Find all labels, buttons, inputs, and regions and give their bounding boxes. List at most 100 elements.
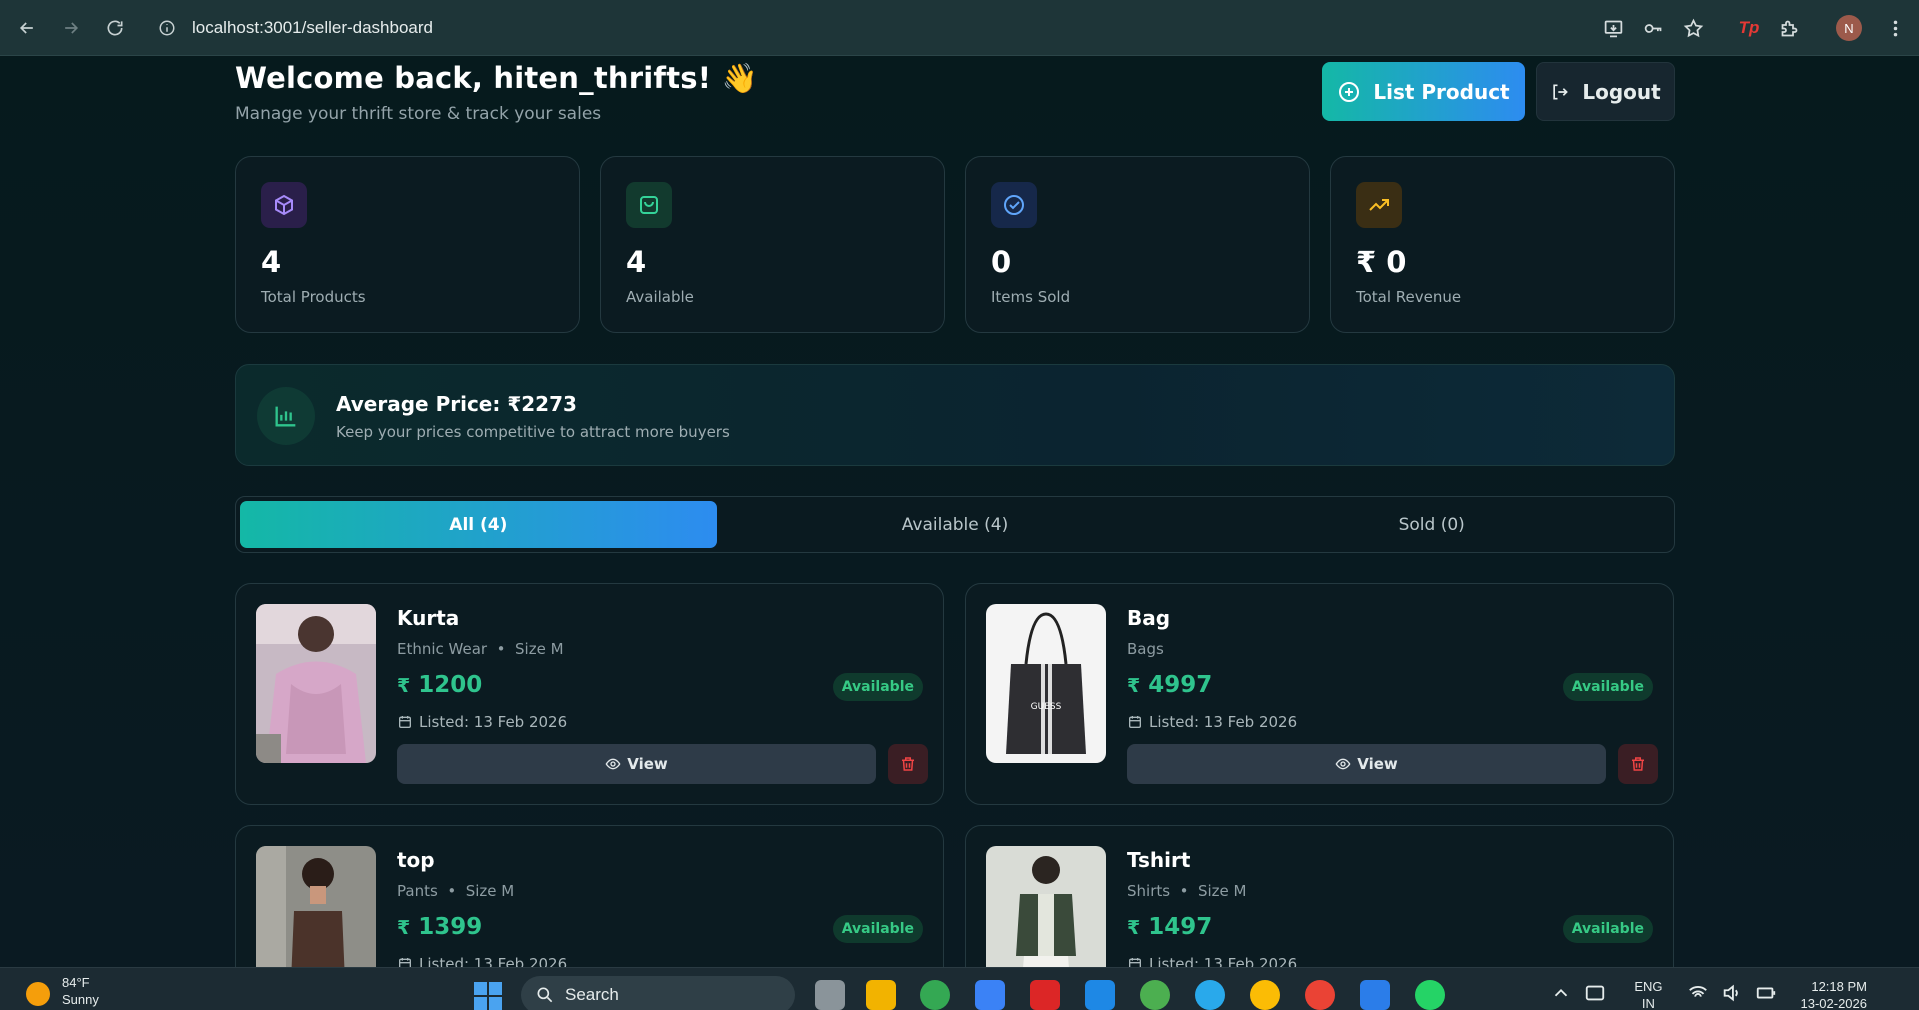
url-text[interactable]: localhost:3001/seller-dashboard	[192, 18, 433, 38]
install-app-icon[interactable]	[1593, 8, 1633, 48]
task-view-icon[interactable]	[815, 980, 845, 1010]
product-image[interactable]: GUESS	[986, 604, 1106, 763]
profile-avatar[interactable]: N	[1829, 8, 1869, 48]
listed-date: Listed: 13 Feb 2026	[397, 955, 567, 967]
calendar-icon	[399, 716, 411, 728]
welcome-subtitle: Manage your thrift store & track your sa…	[235, 104, 602, 124]
product-meta: Shirts • Size M	[1127, 882, 1247, 900]
address-bar[interactable]: localhost:3001/seller-dashboard	[158, 10, 433, 46]
product-image[interactable]	[986, 846, 1106, 967]
rupee-icon: ₹	[1127, 917, 1141, 939]
bar-chart-icon	[257, 387, 315, 445]
file-explorer-icon[interactable]	[866, 980, 896, 1010]
listed-date: Listed: 13 Feb 2026	[1127, 955, 1297, 967]
logout-button[interactable]: Logout	[1536, 62, 1675, 121]
stat-label: Available	[626, 288, 694, 306]
product-image[interactable]	[256, 604, 376, 763]
average-price-banner: Average Price: ₹2273 Keep your prices co…	[235, 364, 1675, 466]
bookmark-star-icon[interactable]	[1673, 8, 1713, 48]
info-icon[interactable]	[158, 19, 176, 37]
product-meta: Ethnic Wear • Size M	[397, 640, 564, 658]
product-price: ₹1399	[397, 914, 483, 940]
windows-start-icon[interactable]	[474, 982, 502, 1010]
product-category: Ethnic Wear	[397, 640, 488, 658]
check-circle-icon	[991, 182, 1037, 228]
onedrive-icon[interactable]	[1584, 982, 1606, 1004]
delete-button[interactable]	[1618, 744, 1658, 784]
listed-date: Listed: 13 Feb 2026	[397, 713, 567, 731]
view-button[interactable]: View	[1127, 744, 1606, 784]
chrome-icon[interactable]	[920, 980, 950, 1010]
stat-card-available: 4 Available	[600, 156, 945, 333]
product-size: Size M	[465, 882, 515, 900]
forward-icon[interactable]	[54, 11, 88, 45]
volume-icon[interactable]	[1721, 982, 1743, 1004]
delete-button[interactable]	[888, 744, 928, 784]
battery-icon[interactable]	[1755, 982, 1777, 1004]
product-card: GUESS Bag Bags ₹4997 Available Listed: 1…	[965, 583, 1674, 805]
stat-label: Items Sold	[991, 288, 1071, 306]
rupee-icon: ₹	[1127, 675, 1141, 697]
list-product-button[interactable]: List Product	[1322, 62, 1525, 121]
chrome-n-icon[interactable]	[1305, 980, 1335, 1010]
list-product-label: List Product	[1373, 79, 1510, 104]
logout-label: Logout	[1582, 79, 1661, 104]
rupee-icon: ₹	[397, 675, 411, 697]
extension-tp-icon[interactable]: Tp	[1729, 8, 1769, 48]
welcome-heading: Welcome back, hiten_thrifts! 👋	[235, 61, 758, 95]
tab-available[interactable]: Available (4)	[717, 501, 1194, 548]
status-badge: Available	[832, 915, 923, 943]
stat-value: 4	[261, 245, 282, 279]
product-name: top	[397, 848, 435, 872]
product-price: ₹1497	[1127, 914, 1213, 940]
sun-icon	[26, 982, 50, 1006]
system-tray: ENG IN 12:18 PM 13-02-2026	[1550, 968, 1919, 1010]
product-category: Pants	[397, 882, 438, 900]
stat-card-items-sold: 0 Items Sold	[965, 156, 1310, 333]
tab-all[interactable]: All (4)	[240, 501, 717, 548]
product-category: Bags	[1127, 640, 1164, 658]
view-button[interactable]: View	[397, 744, 876, 784]
chevron-up-icon[interactable]	[1550, 982, 1572, 1004]
whatsapp-icon[interactable]	[1415, 980, 1445, 1010]
language-indicator[interactable]: ENG IN	[1634, 978, 1662, 1010]
average-price-title: Average Price: ₹2273	[336, 392, 577, 416]
listed-date: Listed: 13 Feb 2026	[1127, 713, 1297, 731]
calendar-app-icon[interactable]	[975, 980, 1005, 1010]
product-name: Bag	[1127, 606, 1171, 630]
logout-icon	[1553, 84, 1569, 99]
browser-toolbar: localhost:3001/seller-dashboard Tp N	[0, 0, 1919, 56]
eye-icon	[1335, 758, 1351, 770]
product-price: ₹1200	[397, 672, 483, 698]
back-icon[interactable]	[10, 11, 44, 45]
product-price: ₹4997	[1127, 672, 1213, 698]
telegram-icon[interactable]	[1195, 980, 1225, 1010]
stat-value: ₹ 0	[1356, 245, 1407, 279]
product-name: Kurta	[397, 606, 460, 630]
chrome-active-icon[interactable]	[1250, 980, 1280, 1010]
chrome-profile-icon[interactable]	[1140, 980, 1170, 1010]
weather-widget[interactable]: 84°F Sunny	[26, 974, 99, 1008]
product-image[interactable]	[256, 846, 376, 967]
extensions-puzzle-icon[interactable]	[1769, 8, 1809, 48]
taskbar-search[interactable]: Search	[521, 976, 795, 1010]
clock[interactable]: 12:18 PM 13-02-2026	[1801, 978, 1868, 1010]
wifi-icon[interactable]	[1687, 982, 1709, 1004]
photos-icon[interactable]	[1360, 980, 1390, 1010]
time: 12:18 PM	[1811, 979, 1867, 994]
eye-icon	[605, 758, 621, 770]
reload-icon[interactable]	[98, 11, 132, 45]
calendar-icon	[399, 958, 411, 967]
wps-office-icon[interactable]	[1030, 980, 1060, 1010]
stat-value: 0	[991, 245, 1012, 279]
product-card: top Pants • Size M ₹1399 Available Liste…	[235, 825, 944, 967]
stat-label: Total Revenue	[1356, 288, 1462, 306]
calendar-icon	[1129, 958, 1141, 967]
tab-sold[interactable]: Sold (0)	[1193, 501, 1670, 548]
product-meta: Bags	[1127, 640, 1164, 658]
vscode-icon[interactable]	[1085, 980, 1115, 1010]
calendar-icon	[1129, 716, 1141, 728]
status-badge: Available	[832, 673, 923, 701]
browser-menu-icon[interactable]	[1875, 8, 1915, 48]
password-key-icon[interactable]	[1633, 8, 1673, 48]
